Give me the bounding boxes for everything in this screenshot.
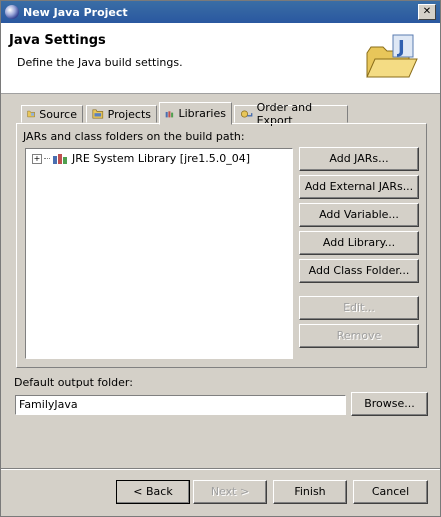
finish-button[interactable]: Finish (273, 480, 347, 504)
tree-connector (44, 158, 50, 159)
tab-order-and-export[interactable]: Order and Export (234, 101, 348, 127)
title-bar: New Java Project ✕ (1, 1, 440, 23)
projects-icon (92, 109, 104, 119)
order-export-icon (240, 110, 253, 118)
back-button[interactable]: < Back (116, 480, 190, 504)
new-java-project-dialog: New Java Project ✕ Java Settings Define … (0, 0, 441, 517)
browse-button[interactable]: Browse... (351, 392, 428, 416)
edit-button[interactable]: Edit... (299, 296, 419, 320)
tree-item-label: JRE System Library [jre1.5.0_04] (72, 152, 250, 165)
output-folder-label: Default output folder: (14, 376, 133, 389)
tree-item-jre-system-library[interactable]: + JRE System Library [jre1.5.0_04] (32, 152, 250, 165)
build-path-tree[interactable]: + JRE System Library [jre1.5.0_04] (25, 148, 293, 359)
tab-projects[interactable]: Projects (86, 105, 157, 123)
add-class-folder-button[interactable]: Add Class Folder... (299, 259, 419, 283)
add-external-jars-button[interactable]: Add External JARs... (299, 175, 419, 199)
remove-button[interactable]: Remove (299, 324, 419, 348)
tab-source[interactable]: Source (21, 105, 83, 123)
wizard-header: Java Settings Define the Java build sett… (1, 23, 440, 94)
page-title: Java Settings (9, 33, 106, 48)
add-variable-button[interactable]: Add Variable... (299, 203, 419, 227)
cancel-button[interactable]: Cancel (353, 480, 428, 504)
add-jars-button[interactable]: Add JARs... (299, 147, 419, 171)
eclipse-icon (5, 5, 19, 19)
page-description: Define the Java build settings. (17, 56, 183, 69)
build-path-label: JARs and class folders on the build path… (23, 130, 245, 143)
java-project-wizard-icon: J (366, 34, 418, 78)
svg-text:J: J (396, 37, 405, 58)
window-title: New Java Project (23, 5, 128, 19)
library-icon (53, 153, 67, 164)
close-button[interactable]: ✕ (418, 4, 436, 20)
libraries-icon (165, 110, 174, 117)
add-library-button[interactable]: Add Library... (299, 231, 419, 255)
expand-icon[interactable]: + (32, 153, 42, 164)
footer-separator (1, 468, 440, 470)
tab-label: Source (39, 107, 77, 121)
source-folder-icon (27, 110, 35, 118)
tab-label: Libraries (178, 107, 226, 120)
tab-label: Projects (107, 107, 151, 121)
output-folder-field[interactable]: FamilyJava (15, 395, 346, 415)
tab-libraries[interactable]: Libraries (159, 102, 232, 125)
next-button[interactable]: Next > (193, 480, 267, 504)
